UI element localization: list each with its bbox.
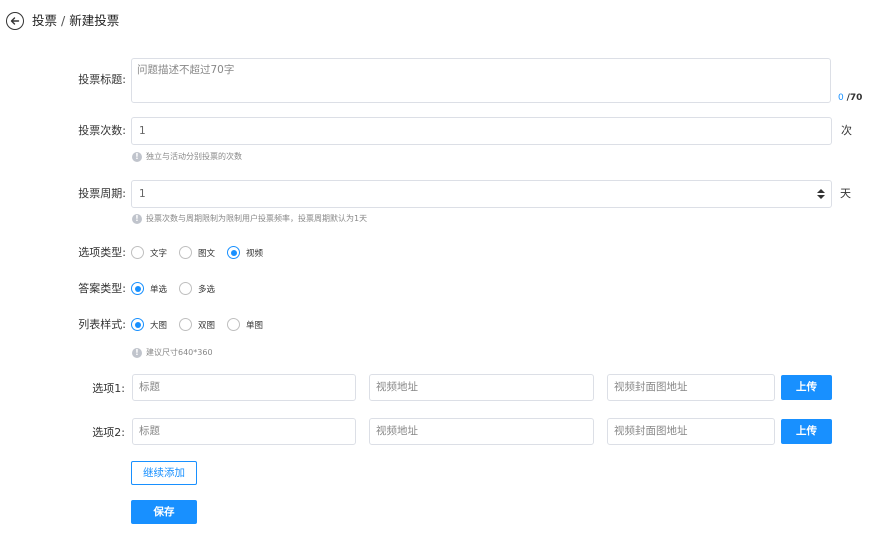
option-1-label: 选项1: bbox=[92, 382, 125, 395]
info-icon: ! bbox=[132, 152, 142, 162]
answer-type-radio-group: 单选 多选 bbox=[131, 282, 227, 295]
option-2-label: 选项2: bbox=[92, 426, 125, 439]
add-more-button[interactable]: 继续添加 bbox=[131, 461, 197, 485]
list-style-hint: ! 建议尺寸640*360 bbox=[132, 347, 213, 359]
list-style-radio-group: 大图 双图 单图 bbox=[131, 318, 275, 331]
option-1-cover-url-input[interactable]: 视频封面图地址 bbox=[607, 374, 775, 401]
vote-times-hint: ! 独立与活动分别投票的次数 bbox=[132, 151, 242, 163]
title-char-counter: 0 /70 bbox=[838, 92, 862, 104]
radio-circle-icon bbox=[179, 246, 193, 259]
info-icon: ! bbox=[132, 348, 142, 358]
radio-circle-icon bbox=[179, 318, 193, 331]
info-icon: ! bbox=[132, 214, 142, 224]
breadcrumb-separator: / bbox=[61, 13, 66, 28]
radio-checked-icon bbox=[131, 318, 144, 331]
title-char-count: 0 bbox=[838, 93, 844, 103]
title-char-max: /70 bbox=[846, 93, 863, 103]
radio-circle-icon bbox=[227, 318, 241, 331]
vote-period-label: 投票周期: bbox=[78, 187, 126, 200]
option-2-upload-button[interactable]: 上传 bbox=[781, 419, 832, 444]
title-textarea[interactable]: 问题描述不超过70字 bbox=[131, 58, 831, 103]
option-1-video-url-input[interactable]: 视频地址 bbox=[369, 374, 594, 401]
number-stepper-icon[interactable] bbox=[817, 189, 825, 201]
vote-times-hint-text: 独立与活动分别投票的次数 bbox=[146, 152, 242, 161]
radio-checked-icon bbox=[227, 246, 241, 259]
option-type-label: 选项类型: bbox=[78, 246, 126, 259]
option-1-upload-button[interactable]: 上传 bbox=[781, 375, 832, 400]
title-label: 投票标题: bbox=[78, 73, 126, 86]
option-2-title-input[interactable]: 标题 bbox=[132, 418, 356, 445]
vote-period-hint: ! 投票次数与周期限制为限制用户投票频率，投票周期默认为1天 bbox=[132, 213, 367, 225]
option-type-radio-group: 文字 图文 视频 bbox=[131, 246, 275, 259]
breadcrumb: 投票 / 新建投票 bbox=[32, 12, 119, 30]
breadcrumb-root[interactable]: 投票 bbox=[32, 13, 57, 28]
list-style-double-radio[interactable]: 双图 bbox=[179, 318, 215, 331]
arrow-left-icon bbox=[10, 17, 20, 25]
save-button[interactable]: 保存 bbox=[131, 500, 197, 524]
vote-times-input[interactable]: 1 bbox=[131, 117, 832, 145]
answer-type-multi-radio[interactable]: 多选 bbox=[179, 282, 215, 295]
radio-circle-icon bbox=[131, 246, 144, 259]
vote-period-input[interactable]: 1 bbox=[131, 180, 832, 208]
vote-period-unit: 天 bbox=[840, 187, 851, 200]
list-style-single-radio[interactable]: 单图 bbox=[227, 318, 263, 331]
option-2-video-url-input[interactable]: 视频地址 bbox=[369, 418, 594, 445]
answer-type-label: 答案类型: bbox=[78, 282, 126, 295]
option-1-title-input[interactable]: 标题 bbox=[132, 374, 356, 401]
radio-circle-icon bbox=[179, 282, 193, 295]
list-style-hint-text: 建议尺寸640*360 bbox=[146, 348, 213, 357]
vote-period-hint-text: 投票次数与周期限制为限制用户投票频率，投票周期默认为1天 bbox=[146, 214, 368, 223]
option-type-text-radio[interactable]: 文字 bbox=[131, 246, 167, 259]
back-button[interactable] bbox=[6, 12, 24, 30]
breadcrumb-current: 新建投票 bbox=[69, 13, 120, 28]
vote-period-value: 1 bbox=[139, 188, 146, 200]
option-type-video-radio[interactable]: 视频 bbox=[227, 246, 263, 259]
list-style-label: 列表样式: bbox=[78, 318, 126, 331]
vote-times-label: 投票次数: bbox=[78, 124, 126, 137]
vote-times-unit: 次 bbox=[841, 124, 852, 137]
list-style-large-radio[interactable]: 大图 bbox=[131, 318, 167, 331]
option-2-cover-url-input[interactable]: 视频封面图地址 bbox=[607, 418, 775, 445]
radio-checked-icon bbox=[131, 282, 144, 295]
option-type-image-text-radio[interactable]: 图文 bbox=[179, 246, 215, 259]
answer-type-single-radio[interactable]: 单选 bbox=[131, 282, 167, 295]
